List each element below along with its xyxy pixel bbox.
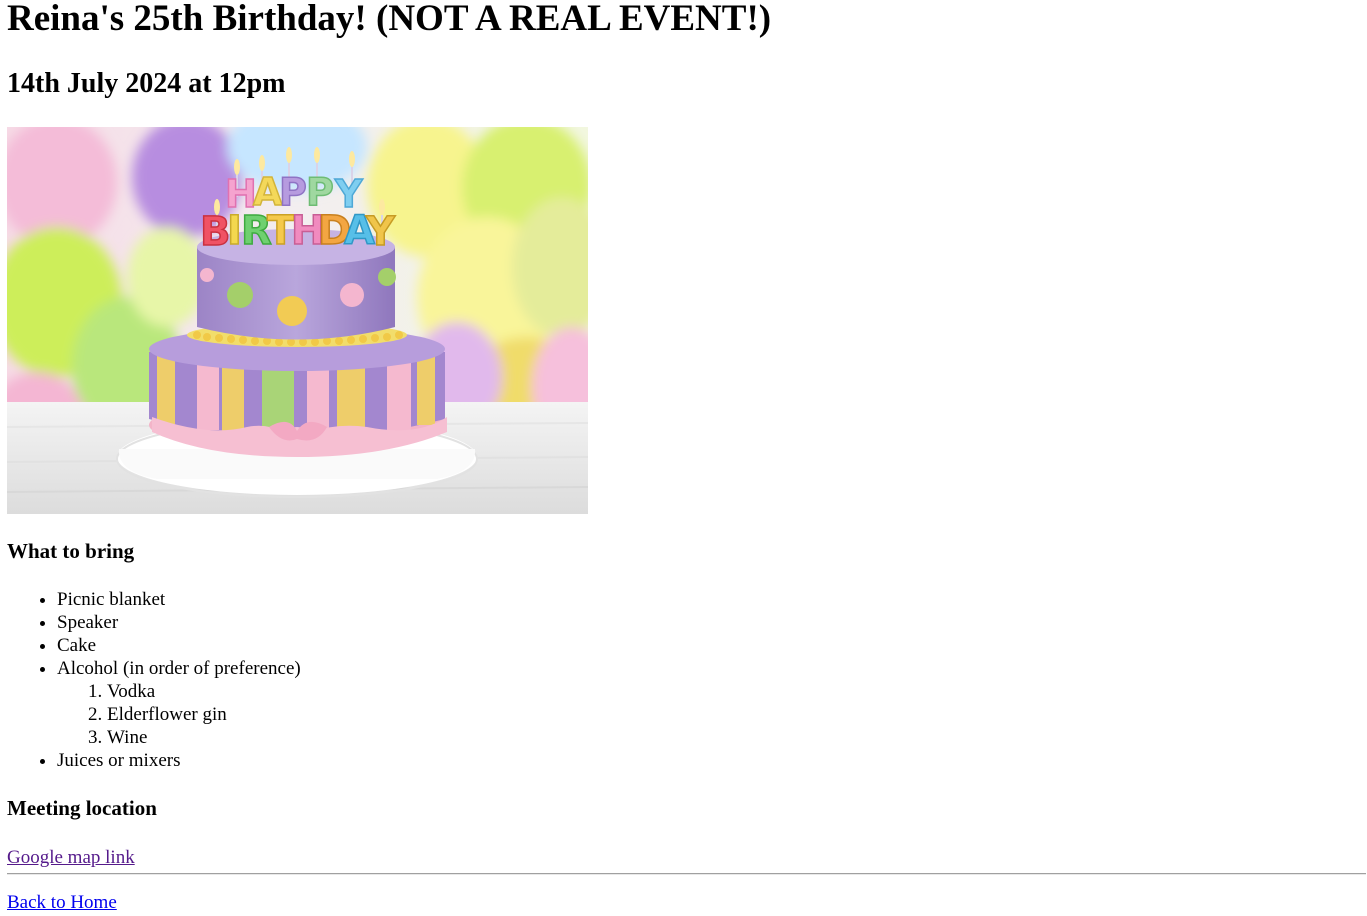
event-datetime: 14th July 2024 at 12pm: [7, 68, 286, 99]
alcohol-label: Alcohol (in order of preference): [57, 658, 301, 679]
svg-text:B: B: [200, 209, 231, 255]
list-item: Speaker: [57, 611, 301, 634]
alcohol-preference-list: Vodka Elderflower gin Wine: [57, 680, 301, 749]
list-item: Picnic blanket: [57, 588, 301, 611]
svg-text:I: I: [227, 208, 242, 254]
meeting-location-heading: Meeting location: [7, 796, 157, 820]
divider: [7, 873, 1366, 875]
list-item: Elderflower gin: [107, 703, 301, 726]
list-item: Vodka: [107, 680, 301, 703]
what-to-bring-heading: What to bring: [7, 539, 135, 563]
list-item: Cake: [57, 634, 301, 657]
bring-list: Picnic blanket Speaker Cake Alcohol (in …: [7, 588, 301, 772]
event-title: Reina's 25th Birthday! (NOT A REAL EVENT…: [7, 0, 772, 39]
list-item-alcohol: Alcohol (in order of preference) Vodka E…: [57, 657, 301, 749]
list-item: Juices or mixers: [57, 749, 301, 772]
back-to-home-link[interactable]: Back to Home: [7, 891, 117, 914]
google-map-link[interactable]: Google map link: [7, 846, 135, 869]
svg-text:Y: Y: [365, 209, 396, 255]
birthday-cake-image: H A P P Y B I R T H D A Y: [7, 127, 588, 514]
list-item: Wine: [107, 726, 301, 749]
